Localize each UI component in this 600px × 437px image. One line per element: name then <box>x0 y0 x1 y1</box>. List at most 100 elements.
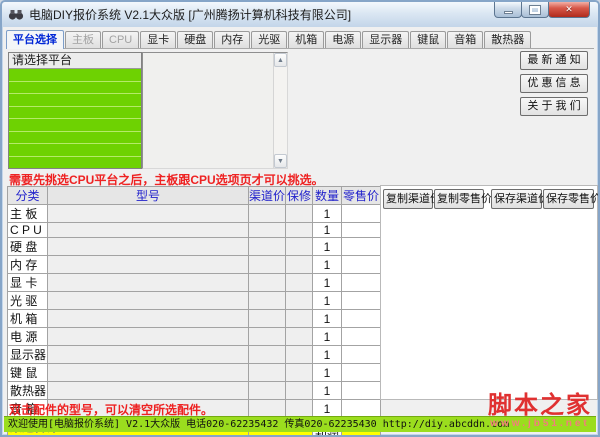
platform-list-item[interactable] <box>9 93 141 106</box>
minimize-button[interactable] <box>494 2 522 18</box>
category-cell: 显示器 <box>7 345 48 364</box>
quantity-cell[interactable]: 1 <box>312 237 342 256</box>
model-cell[interactable] <box>47 363 249 382</box>
platform-detail-panel: ▲ ▼ <box>142 52 288 169</box>
warranty-cell <box>285 204 313 223</box>
scroll-up-icon[interactable]: ▲ <box>274 53 287 67</box>
tab-monitor[interactable]: 显示器 <box>362 31 410 48</box>
app-window: 电脑DIY报价系统 V2.1大众版 [广州腾扬计算机科技有限公司] ✕ 平台选择… <box>0 0 600 437</box>
quantity-cell[interactable]: 1 <box>312 291 342 310</box>
retail-price-cell[interactable] <box>341 222 381 238</box>
model-cell[interactable] <box>47 345 249 364</box>
tab-motherboard: 主板 <box>65 31 101 48</box>
retail-price-cell[interactable] <box>341 327 381 346</box>
tab-kb-mouse[interactable]: 键鼠 <box>410 31 447 48</box>
quantity-cell[interactable]: 1 <box>312 363 342 382</box>
retail-price-cell[interactable] <box>341 309 381 328</box>
quote-table-row: 显 卡 1 <box>7 273 381 292</box>
tab-ram[interactable]: 内存 <box>214 31 251 48</box>
tab-hdd[interactable]: 硬盘 <box>177 31 214 48</box>
tab-platform-select[interactable]: 平台选择 <box>6 30 64 49</box>
about-us-button[interactable]: 关 于 我 们 <box>520 97 588 116</box>
quantity-cell[interactable]: 1 <box>312 345 342 364</box>
model-cell[interactable] <box>47 204 249 223</box>
quantity-cell[interactable]: 1 <box>312 273 342 292</box>
tab-odd[interactable]: 光驱 <box>251 31 288 48</box>
quantity-cell[interactable]: 1 <box>312 309 342 328</box>
notice-button-group: 最 新 通 知优 惠 信 息关 于 我 们 <box>520 51 588 120</box>
platform-list-item[interactable] <box>9 143 141 156</box>
warranty-cell <box>285 399 313 418</box>
platform-list-item[interactable] <box>9 155 141 168</box>
retail-price-cell[interactable] <box>341 345 381 364</box>
platform-list-item[interactable] <box>9 105 141 118</box>
retail-price-cell[interactable] <box>341 381 381 400</box>
quantity-cell[interactable]: 1 <box>312 381 342 400</box>
quote-table-row: 电 源 1 <box>7 327 381 346</box>
retail-price-cell[interactable] <box>341 363 381 382</box>
copy-retail-price-button[interactable]: 复制零售价 <box>434 189 492 209</box>
vertical-scrollbar[interactable]: ▲ ▼ <box>273 53 287 168</box>
platform-list-item[interactable] <box>9 118 141 131</box>
category-cell: 机 箱 <box>7 309 48 328</box>
model-cell[interactable] <box>47 255 249 274</box>
retail-price-cell[interactable] <box>341 273 381 292</box>
warranty-cell <box>285 327 313 346</box>
save-channel-price-button[interactable]: 保存渠道价 <box>491 189 549 209</box>
quote-table: 分类 型号 渠道价 保修 数量 零售价 主 板1C P U1硬 盘1内 存1显 … <box>7 186 381 435</box>
caption-buttons: ✕ <box>494 2 590 18</box>
model-cell[interactable] <box>47 327 249 346</box>
col-header-retail-price: 零售价 <box>341 186 381 205</box>
tab-case[interactable]: 机箱 <box>288 31 325 48</box>
platform-list-item[interactable] <box>9 69 141 81</box>
model-cell[interactable] <box>47 381 249 400</box>
platform-list-item[interactable] <box>9 80 141 93</box>
tab-psu[interactable]: 电源 <box>325 31 362 48</box>
quantity-cell[interactable]: 1 <box>312 255 342 274</box>
col-header-category: 分类 <box>7 186 48 205</box>
model-cell[interactable] <box>47 222 249 238</box>
platform-list-item[interactable] <box>9 130 141 143</box>
scroll-down-icon[interactable]: ▼ <box>274 154 287 168</box>
tab-speaker[interactable]: 音箱 <box>447 31 484 48</box>
quantity-cell[interactable]: 1 <box>312 327 342 346</box>
channel-price-cell <box>248 291 286 310</box>
tab-gpu[interactable]: 显卡 <box>140 31 177 48</box>
title-bar: 电脑DIY报价系统 V2.1大众版 [广州腾扬计算机科技有限公司] ✕ <box>2 2 598 27</box>
channel-price-cell <box>248 381 286 400</box>
category-cell: 键 鼠 <box>7 363 48 382</box>
tab-cooler[interactable]: 散热器 <box>484 31 532 48</box>
category-cell: 电 源 <box>7 327 48 346</box>
quote-table-row: 光 驱 1 <box>7 291 381 310</box>
quantity-cell[interactable]: 1 <box>312 222 342 238</box>
category-cell: 主 板 <box>7 204 48 223</box>
platform-list: 请选择平台 <box>8 52 142 169</box>
model-cell[interactable] <box>47 273 249 292</box>
model-cell[interactable] <box>47 309 249 328</box>
channel-price-cell <box>248 255 286 274</box>
warranty-cell <box>285 309 313 328</box>
channel-price-cell <box>248 237 286 256</box>
warranty-cell <box>285 222 313 238</box>
retail-price-cell[interactable] <box>341 291 381 310</box>
retail-price-cell[interactable] <box>341 204 381 223</box>
close-button[interactable]: ✕ <box>548 2 590 18</box>
retail-price-cell[interactable] <box>341 255 381 274</box>
quantity-cell[interactable]: 1 <box>312 399 342 418</box>
quantity-cell[interactable]: 1 <box>312 204 342 223</box>
latest-notice-button[interactable]: 最 新 通 知 <box>520 51 588 70</box>
retail-price-cell[interactable] <box>341 237 381 256</box>
platform-list-rows <box>9 69 141 168</box>
model-cell[interactable] <box>47 291 249 310</box>
promo-info-button[interactable]: 优 惠 信 息 <box>520 74 588 93</box>
category-cell: 散热器 <box>7 381 48 400</box>
channel-price-cell <box>248 222 286 238</box>
copy-channel-price-button[interactable]: 复制渠道价 <box>383 189 441 209</box>
category-cell: C P U <box>7 222 48 238</box>
quote-table-row: 主 板 1 <box>7 204 381 223</box>
save-retail-price-button[interactable]: 保存零售价 <box>543 189 598 209</box>
model-cell[interactable] <box>47 237 249 256</box>
retail-price-cell[interactable] <box>341 399 381 418</box>
quote-table-row: 散热器 1 <box>7 381 381 400</box>
maximize-button[interactable] <box>521 2 549 18</box>
